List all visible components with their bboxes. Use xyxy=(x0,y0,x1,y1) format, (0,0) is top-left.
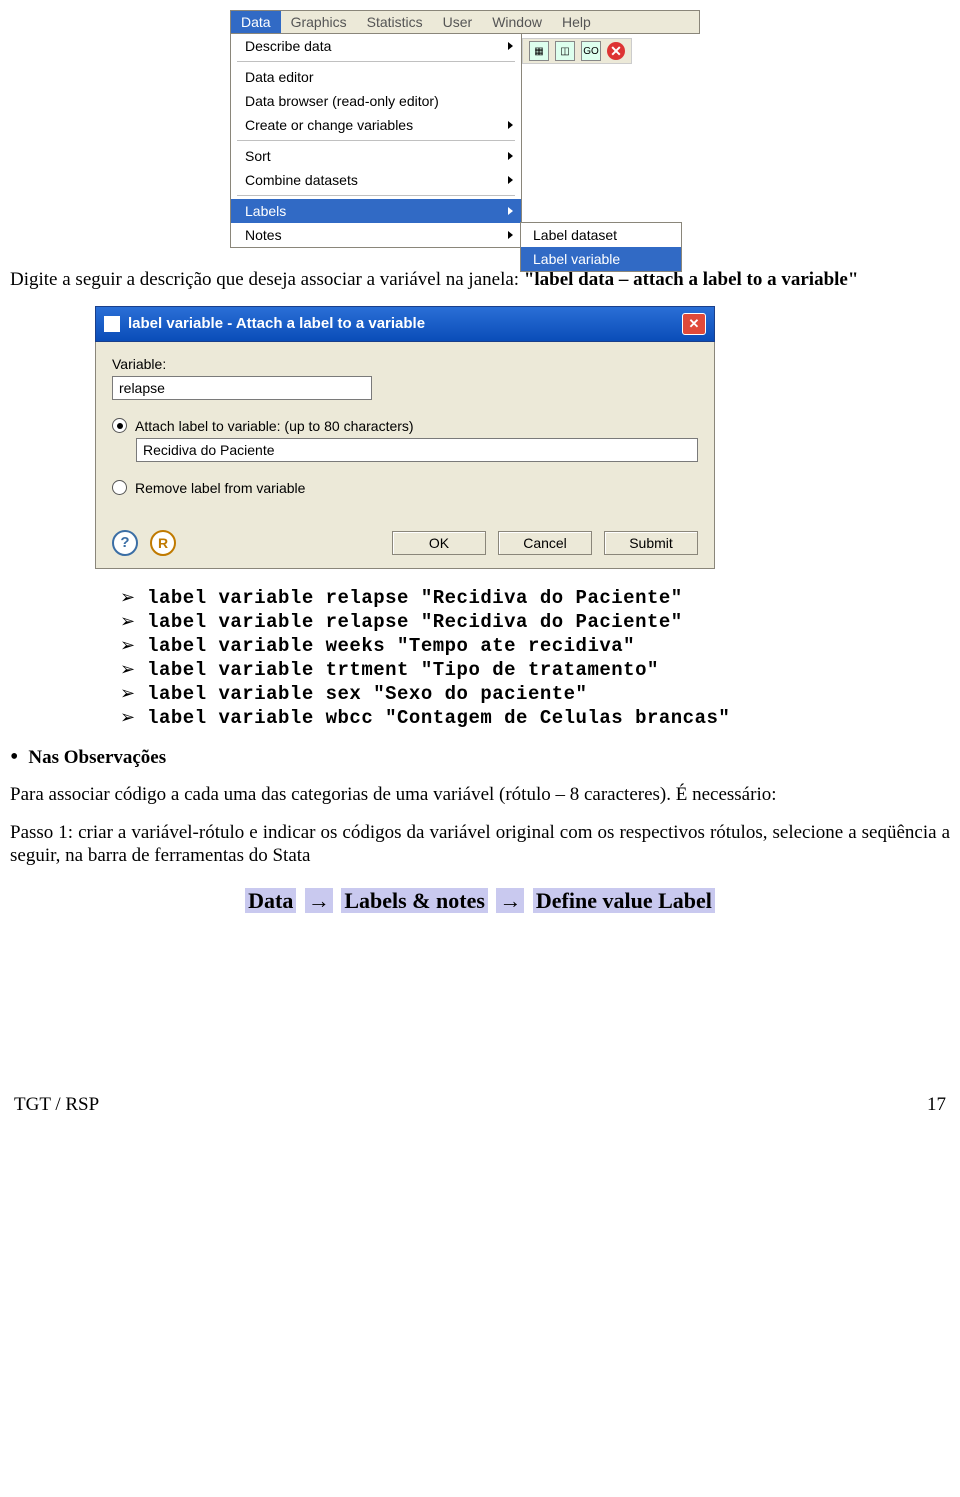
command-line: ➢ label variable sex "Sexo do paciente" xyxy=(120,683,950,705)
reset-icon[interactable]: R xyxy=(150,530,176,556)
toolbar-stop-icon[interactable]: ✕ xyxy=(607,42,625,60)
menu-labels[interactable]: Labels xyxy=(231,199,521,223)
variable-label: Variable: xyxy=(112,356,698,372)
ok-button[interactable]: OK xyxy=(392,531,486,555)
observations-heading-text: Nas Observações xyxy=(28,747,166,769)
radio-attach-text: Attach label to variable: (up to 80 char… xyxy=(135,418,414,434)
close-icon[interactable]: ✕ xyxy=(682,313,706,335)
footer-page-number: 17 xyxy=(927,1094,946,1116)
menu-combine-datasets[interactable]: Combine datasets xyxy=(231,168,521,192)
menu-describe-data[interactable]: Describe data xyxy=(231,34,521,58)
arrow-icon: → xyxy=(496,888,524,913)
stata-menu-screenshot: Data Graphics Statistics User Window Hel… xyxy=(230,10,700,248)
observations-heading: • Nas Observações xyxy=(10,747,950,769)
menu-sort[interactable]: Sort xyxy=(231,144,521,168)
menupath-define-value-label: Define value Label xyxy=(533,888,715,913)
command-line: ➢ label variable relapse "Recidiva do Pac… xyxy=(120,587,950,609)
chevron-icon: ➢ xyxy=(120,683,135,705)
chevron-right-icon xyxy=(508,176,513,184)
menu-separator xyxy=(237,61,515,62)
menu-statistics[interactable]: Statistics xyxy=(357,11,433,33)
radio-attach-label[interactable] xyxy=(112,418,127,433)
dialog-title: label variable - Attach a label to a var… xyxy=(128,315,674,332)
toolbar-icon-2[interactable]: ◫ xyxy=(555,41,575,61)
toolbar-go-icon[interactable]: GO xyxy=(581,41,601,61)
chevron-right-icon xyxy=(508,231,513,239)
menupath-labels-notes: Labels & notes xyxy=(341,888,488,913)
dialog-titlebar: label variable - Attach a label to a var… xyxy=(95,306,715,342)
chevron-right-icon xyxy=(508,121,513,129)
chevron-right-icon xyxy=(508,42,513,50)
command-text: label variable trtment "Tipo de tratamen… xyxy=(147,659,659,681)
menu-notes[interactable]: Notes xyxy=(231,223,521,247)
labels-submenu: Label dataset Label variable xyxy=(520,222,682,272)
menu-user[interactable]: User xyxy=(433,11,483,33)
toolbar: ▦ ◫ GO ✕ xyxy=(522,38,632,64)
menu-create-change-vars[interactable]: Create or change variables xyxy=(231,113,521,137)
menu-data-browser[interactable]: Data browser (read-only editor) xyxy=(231,89,521,113)
radio-remove-label[interactable] xyxy=(112,480,127,495)
intro-window-name: "label data – attach a label to a variab… xyxy=(524,269,859,290)
chevron-right-icon xyxy=(508,152,513,160)
data-dropdown: Describe data Data editor Data browser (… xyxy=(230,34,522,248)
menu-path: Data → Labels & notes → Define value Lab… xyxy=(10,888,950,914)
menu-graphics[interactable]: Graphics xyxy=(281,11,357,33)
command-line: ➢ label variable trtment "Tipo de tratame… xyxy=(120,659,950,681)
command-line: ➢ label variable relapse "Recidiva do Pac… xyxy=(120,611,950,633)
submenu-label-dataset[interactable]: Label dataset xyxy=(521,223,681,247)
chevron-icon: ➢ xyxy=(120,707,135,729)
menu-window[interactable]: Window xyxy=(482,11,552,33)
cancel-button[interactable]: Cancel xyxy=(498,531,592,555)
chevron-icon: ➢ xyxy=(120,587,135,609)
command-text: label variable sex "Sexo do paciente" xyxy=(147,683,587,705)
command-line: ➢ label variable weeks "Tempo ate recidiv… xyxy=(120,635,950,657)
chevron-right-icon xyxy=(508,207,513,215)
command-list: ➢ label variable relapse "Recidiva do Pac… xyxy=(120,587,950,729)
arrow-icon: → xyxy=(305,888,333,913)
page-footer: TGT / RSP 17 xyxy=(10,1094,950,1116)
menu-separator xyxy=(237,195,515,196)
command-text: label variable weeks "Tempo ate recidiva… xyxy=(147,635,635,657)
submit-button[interactable]: Submit xyxy=(604,531,698,555)
menu-help[interactable]: Help xyxy=(552,11,601,33)
command-text: label variable wbcc "Contagem de Celulas… xyxy=(147,707,730,729)
footer-left: TGT / RSP xyxy=(14,1094,99,1116)
help-icon[interactable]: ? xyxy=(112,530,138,556)
bullet-icon: • xyxy=(10,747,18,769)
command-text: label variable relapse "Recidiva do Paci… xyxy=(147,587,683,609)
paragraph-associate-code: Para associar código a cada uma das cate… xyxy=(10,783,950,807)
radio-remove-text: Remove label from variable xyxy=(135,480,305,496)
menubar: Data Graphics Statistics User Window Hel… xyxy=(230,10,700,34)
paragraph-passo1: Passo 1: criar a variável-rótulo e indic… xyxy=(10,821,950,869)
menu-data[interactable]: Data xyxy=(231,11,281,33)
menupath-data: Data xyxy=(245,888,296,913)
window-icon xyxy=(104,316,120,332)
command-text: label variable relapse "Recidiva do Paci… xyxy=(147,611,683,633)
intro-paragraph: Digite a seguir a descrição que deseja a… xyxy=(10,268,950,292)
intro-text: Digite a seguir a descrição que deseja a… xyxy=(10,269,519,290)
chevron-icon: ➢ xyxy=(120,611,135,633)
chevron-icon: ➢ xyxy=(120,659,135,681)
toolbar-icon-1[interactable]: ▦ xyxy=(529,41,549,61)
command-line: ➢ label variable wbcc "Contagem de Celula… xyxy=(120,707,950,729)
menu-separator xyxy=(237,140,515,141)
variable-input[interactable] xyxy=(112,376,372,400)
menu-data-editor[interactable]: Data editor xyxy=(231,65,521,89)
chevron-icon: ➢ xyxy=(120,635,135,657)
label-text-input[interactable] xyxy=(136,438,698,462)
label-variable-dialog: label variable - Attach a label to a var… xyxy=(95,306,715,569)
submenu-label-variable[interactable]: Label variable xyxy=(521,247,681,271)
